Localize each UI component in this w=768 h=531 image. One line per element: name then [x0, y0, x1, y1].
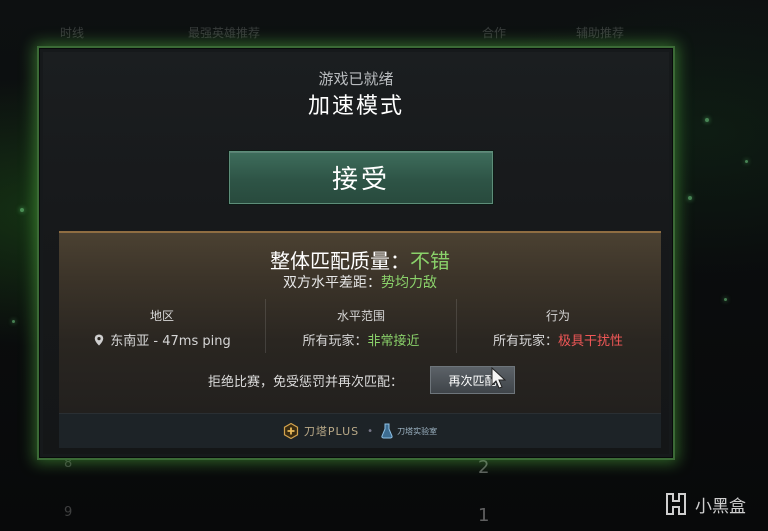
overall-quality-label: 整体匹配质量：	[270, 249, 410, 273]
skill-gap: 双方水平差距：势均力敌	[59, 272, 661, 292]
dialog-footer: 刀塔PLUS • 刀塔实验室	[59, 413, 661, 448]
lab-icon[interactable]	[381, 423, 393, 439]
match-stats: 地区 东南亚 - 47ms ping 水平范围 所有玩家：非常接近 行为 所有玩…	[59, 299, 661, 353]
glow-particle	[12, 320, 15, 323]
footer-separator: •	[367, 425, 374, 437]
glow-particle	[20, 208, 24, 212]
match-status: 游戏已就绪	[318, 70, 394, 88]
stat-title: 行为	[545, 309, 570, 323]
skill-gap-label: 双方水平差距：	[283, 275, 381, 291]
overall-quality-value: 不错	[410, 249, 450, 273]
overall-quality: 整体匹配质量：不错	[59, 245, 661, 274]
dialog-body: 游戏已就绪 加速模式 接受 整体匹配质量：不错 双方水平差距：势均力敌 地区 东…	[43, 52, 669, 454]
stat-value: 所有玩家：非常接近	[266, 330, 456, 349]
stat-title: 地区	[149, 309, 174, 323]
glow-particle	[705, 118, 709, 122]
bg-stat-number: 2	[478, 457, 490, 478]
stat-region: 地区 东南亚 - 47ms ping	[59, 299, 265, 353]
match-ready-dialog: 游戏已就绪 加速模式 接受 整体匹配质量：不错 双方水平差距：势均力敌 地区 东…	[37, 46, 675, 460]
stat-prefix: 所有玩家：	[492, 334, 558, 349]
watermark: 小黑盒	[663, 491, 746, 517]
glow-particle	[724, 298, 727, 301]
glow-particle	[688, 196, 692, 200]
match-quality-panel: 整体匹配质量：不错 双方水平差距：势均力敌 地区 东南亚 - 47ms ping	[59, 231, 661, 413]
stat-value: 所有玩家：极具干扰性	[455, 330, 661, 349]
plus-icon[interactable]	[283, 423, 299, 439]
stat-value: 东南亚 - 47ms ping	[59, 330, 265, 349]
watermark-text: 小黑盒	[695, 496, 746, 517]
behavior-value: 极具干扰性	[558, 334, 624, 349]
location-pin-icon	[95, 334, 104, 346]
stat-skill-range: 水平范围 所有玩家：非常接近	[265, 299, 457, 353]
bg-header-col: 时线	[60, 26, 85, 40]
plus-label[interactable]: 刀塔PLUS	[304, 423, 359, 439]
decline-text: 拒绝比赛，免受惩罚并再次匹配：	[207, 375, 403, 390]
game-mode-title: 加速模式	[307, 94, 404, 119]
skill-gap-value: 势均力敌	[381, 275, 437, 291]
stat-behavior: 行为 所有玩家：极具干扰性	[455, 299, 661, 353]
stat-title: 水平范围	[336, 309, 385, 323]
background-header: 时线 最强英雄推荐 合作 辅助推荐	[0, 20, 768, 44]
cursor-icon	[491, 367, 507, 389]
decline-row: 拒绝比赛，免受惩罚并再次匹配： 再次匹配	[59, 364, 661, 394]
bg-stat-number: 1	[478, 505, 490, 526]
bg-header-col: 最强英雄推荐	[188, 26, 261, 40]
bg-header-col: 合作	[482, 26, 507, 40]
bg-header-col: 辅助推荐	[576, 26, 625, 40]
lab-label[interactable]: 刀塔实验室	[397, 426, 437, 437]
accept-button[interactable]: 接受	[229, 151, 493, 204]
glow-particle	[745, 160, 748, 163]
skill-range-value: 非常接近	[367, 334, 420, 349]
bg-row-number: 9	[64, 505, 73, 520]
watermark-logo-icon	[666, 493, 686, 515]
stat-prefix: 所有玩家：	[302, 334, 368, 349]
region-value: 东南亚 - 47ms ping	[110, 334, 231, 349]
